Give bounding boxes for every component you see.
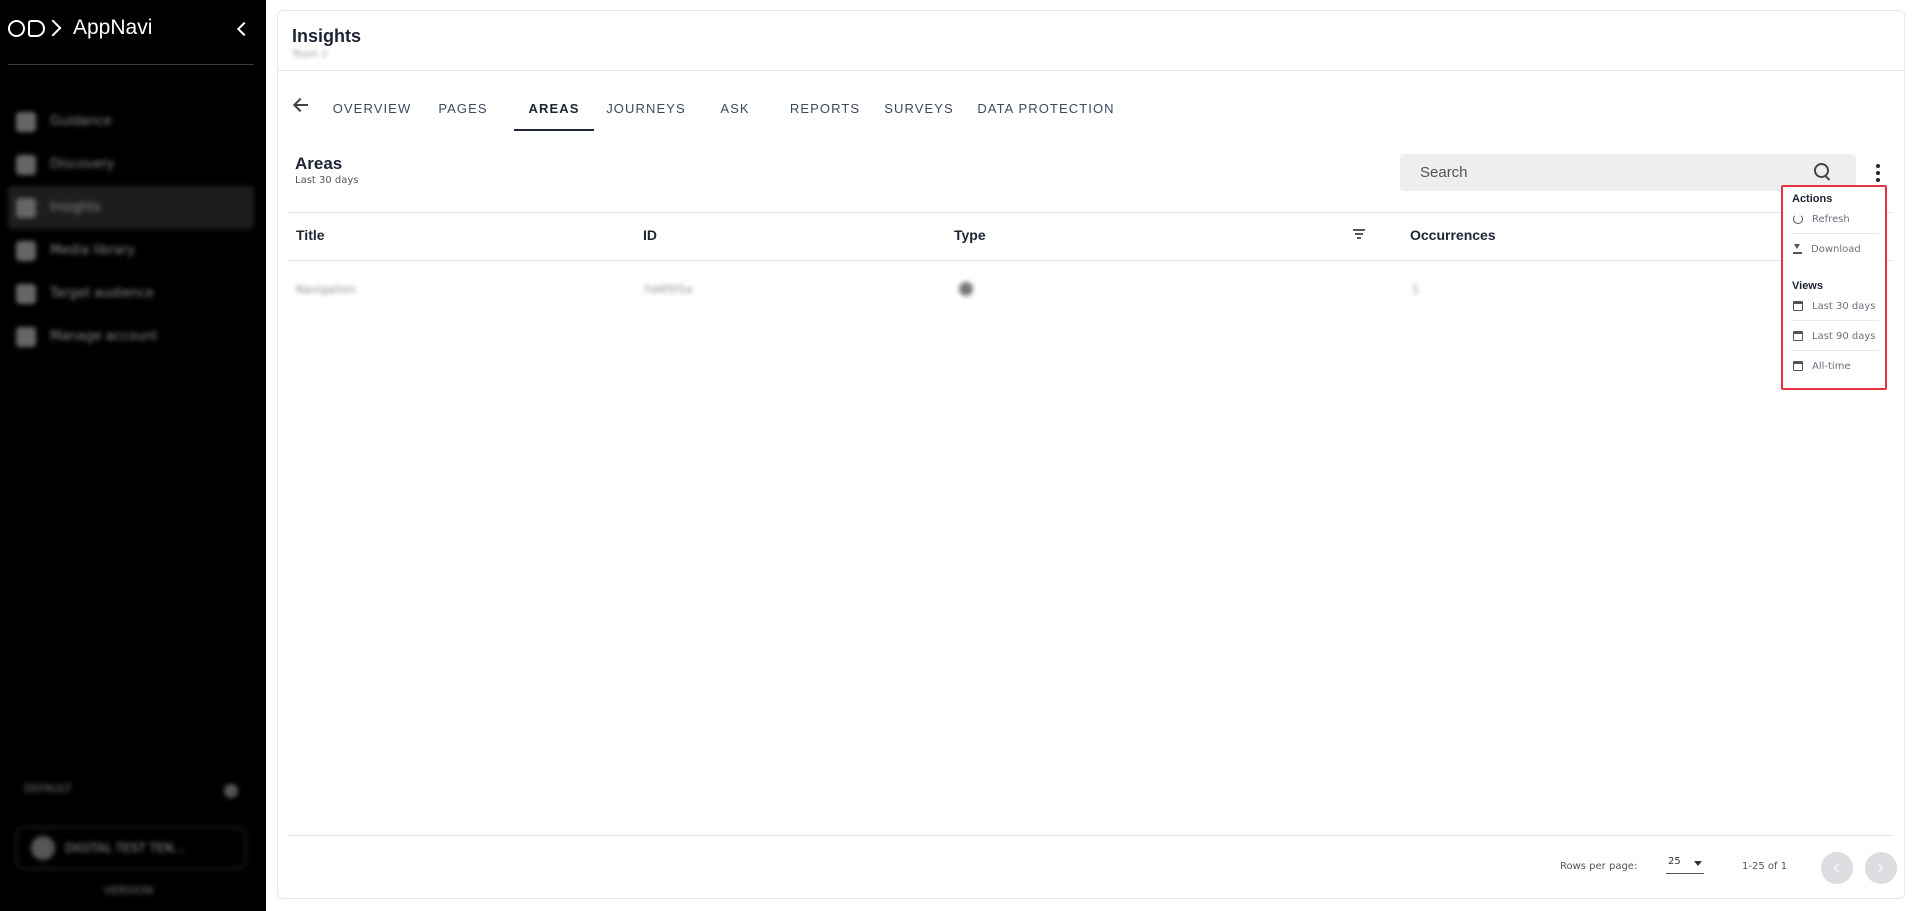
menu-item-all-time[interactable]: All-time: [1783, 354, 1885, 378]
tab-areas[interactable]: AREAS: [514, 89, 594, 131]
sidebar-footer-label: DEFAULT: [24, 782, 72, 795]
table-cell-title[interactable]: Navigation: [296, 283, 355, 296]
menu-item-last-90-days[interactable]: Last 90 days: [1783, 324, 1885, 348]
sidebar-item-target-audience[interactable]: Target audience: [8, 272, 254, 315]
search-input[interactable]: [1420, 164, 1800, 181]
menu-item-download[interactable]: Download: [1783, 237, 1885, 261]
table-cell-occurrences: 1: [1412, 283, 1419, 296]
tab-ask[interactable]: ASK: [715, 89, 755, 131]
rows-per-page-select[interactable]: 25: [1666, 856, 1704, 874]
section-subtitle: Last 30 days: [295, 175, 359, 186]
version-label: VERSION: [104, 884, 154, 897]
main-panel: Insights Team 1 OVERVIEW PAGES AREAS JOU…: [277, 10, 1905, 899]
menu-divider: [1791, 350, 1879, 351]
guidance-icon: [16, 111, 36, 132]
table-top-divider: [288, 212, 1894, 213]
menu-divider: [1791, 233, 1879, 234]
insights-icon: [16, 197, 36, 218]
sidebar: AppNavi Guidance Discovery Insights Medi…: [0, 0, 266, 911]
manage-account-icon: [16, 326, 36, 347]
tab-overview[interactable]: OVERVIEW: [333, 89, 411, 131]
table-footer-divider: [288, 835, 1894, 836]
media-library-icon: [16, 240, 36, 261]
column-header-type[interactable]: Type: [954, 227, 986, 243]
next-page-button[interactable]: [1865, 852, 1897, 884]
table-head-divider: [288, 260, 1894, 261]
rows-per-page-value: 25: [1668, 856, 1681, 867]
tab-bar: OVERVIEW PAGES AREAS JOURNEYS ASK REPORT…: [278, 89, 1178, 131]
menu-heading-views: Views: [1792, 280, 1823, 292]
pagination-range: 1-25 of 1: [1742, 861, 1788, 872]
column-header-occurrences[interactable]: Occurrences: [1410, 227, 1496, 243]
tab-pages[interactable]: PAGES: [436, 89, 490, 131]
info-icon[interactable]: [224, 784, 238, 798]
tab-data-protection[interactable]: DATA PROTECTION: [976, 89, 1116, 131]
previous-page-button[interactable]: [1821, 852, 1853, 884]
menu-item-last-30-days[interactable]: Last 30 days: [1783, 294, 1885, 318]
table-cell-id: 7d4f5f1e: [643, 283, 693, 296]
account-switcher[interactable]: DIGITAL TEST TEN...: [16, 827, 246, 869]
options-menu: Actions Refresh Download Views Last 30 d…: [1781, 185, 1887, 390]
refresh-icon: [1793, 214, 1803, 224]
menu-divider: [1791, 320, 1879, 321]
area-type-icon: [959, 282, 973, 296]
sidebar-item-media-library[interactable]: Media library: [8, 229, 254, 272]
back-arrow-icon[interactable]: [290, 93, 314, 117]
menu-item-refresh[interactable]: Refresh: [1783, 207, 1885, 231]
calendar-icon: [1793, 331, 1803, 341]
sidebar-nav: Guidance Discovery Insights Media librar…: [8, 100, 254, 358]
account-name: DIGITAL TEST TEN...: [65, 841, 185, 855]
sidebar-item-insights[interactable]: Insights: [8, 186, 254, 229]
discovery-icon: [16, 154, 36, 175]
tab-journeys[interactable]: JOURNEYS: [606, 89, 686, 131]
menu-heading-actions: Actions: [1792, 193, 1833, 205]
collapse-sidebar-chevron-icon[interactable]: [232, 18, 252, 38]
column-header-id[interactable]: ID: [643, 227, 657, 243]
appnavi-logo-icon: [8, 19, 62, 37]
calendar-icon: [1793, 361, 1803, 371]
header-divider: [278, 70, 1904, 71]
sidebar-item-manage-account[interactable]: Manage account: [8, 315, 254, 358]
tab-reports[interactable]: REPORTS: [789, 89, 861, 131]
rows-per-page-label: Rows per page:: [1560, 861, 1638, 872]
dropdown-caret-icon: [1694, 861, 1702, 866]
calendar-icon: [1793, 301, 1803, 311]
search-icon[interactable]: [1814, 163, 1832, 181]
section-title: Areas: [295, 154, 343, 173]
app-name: AppNavi: [73, 16, 153, 39]
sidebar-item-discovery[interactable]: Discovery: [8, 143, 254, 186]
download-icon: [1793, 244, 1802, 254]
sidebar-divider: [8, 64, 254, 65]
filter-icon[interactable]: [1353, 229, 1367, 241]
target-audience-icon: [16, 283, 36, 304]
app-logo[interactable]: AppNavi: [8, 16, 152, 40]
sidebar-item-guidance[interactable]: Guidance: [8, 100, 254, 143]
tab-surveys[interactable]: SURVEYS: [883, 89, 955, 131]
page-title: Insights: [292, 26, 362, 46]
column-header-title[interactable]: Title: [296, 227, 325, 243]
page-subtitle: Team 1: [292, 49, 328, 60]
account-avatar-icon: [31, 836, 55, 860]
more-options-kebab-icon[interactable]: [1871, 161, 1885, 185]
